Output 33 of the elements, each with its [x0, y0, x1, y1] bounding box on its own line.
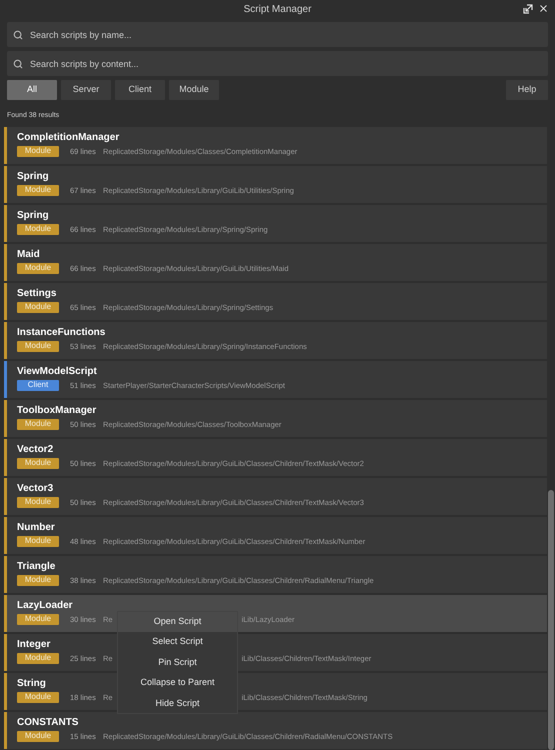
script-type-label: Module	[17, 302, 59, 313]
script-type-label: Client	[17, 380, 59, 391]
script-name: ToolboxManager	[17, 404, 96, 416]
script-name: Spring	[17, 170, 49, 182]
script-name: Settings	[17, 286, 56, 300]
script-name: Integer	[17, 638, 50, 650]
script-name: Triangle	[17, 560, 56, 572]
script-type-label: Module	[17, 418, 59, 430]
script-type-label: Module	[17, 262, 59, 274]
script-type-label: Module	[17, 224, 59, 235]
script-name: Spring	[17, 208, 49, 222]
script-type-label: Module	[17, 146, 59, 157]
script-name: CONSTANTS	[17, 716, 78, 728]
script-type-label: Module	[17, 458, 59, 469]
script-name: InstanceFunctions	[17, 326, 106, 338]
script-type-label: Module	[17, 340, 59, 352]
script-type-label: Module	[17, 652, 59, 664]
script-type-label: Module	[17, 574, 59, 586]
script-type-label: Module	[17, 730, 59, 742]
script-type-label: Module	[17, 614, 59, 625]
script-name: Vector3	[17, 482, 54, 494]
script-name: LazyLoader	[17, 598, 73, 612]
script-type-label: Module	[17, 496, 59, 508]
script-name: String	[17, 676, 46, 690]
script-type-label: Module	[17, 692, 59, 703]
script-name: Maid	[17, 248, 40, 260]
script-name: Number	[17, 520, 55, 534]
window-title: Script Manager	[244, 2, 312, 16]
script-name: ViewModelScript	[17, 364, 97, 378]
script-name: CompletitionManager	[17, 130, 120, 144]
script-type-label: Module	[17, 536, 59, 547]
script-name: Vector2	[17, 442, 54, 456]
script-type-label: Module	[17, 184, 59, 196]
